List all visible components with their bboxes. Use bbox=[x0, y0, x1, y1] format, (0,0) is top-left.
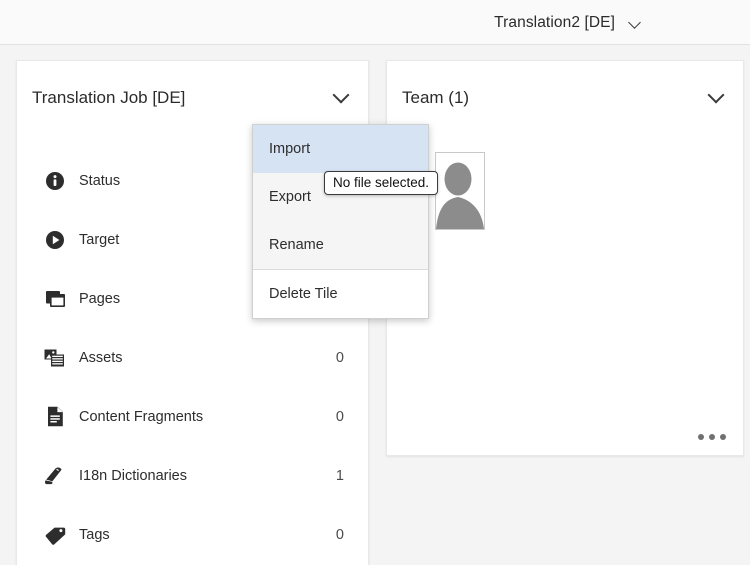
translation-job-title: Translation Job [DE] bbox=[32, 88, 333, 108]
project-selector[interactable]: Translation2 [DE] bbox=[494, 0, 642, 45]
stat-label: Content Fragments bbox=[79, 409, 332, 425]
translation-job-collapse-button[interactable] bbox=[333, 87, 350, 109]
more-dots-icon[interactable] bbox=[698, 434, 726, 440]
stat-label: Tags bbox=[79, 527, 332, 543]
team-card: Team (1) bbox=[386, 60, 744, 456]
tile-context-menu: Import Export Rename Delete Tile bbox=[252, 124, 429, 319]
play-circle-icon bbox=[44, 229, 66, 251]
chevron-down-icon bbox=[708, 87, 725, 104]
content-fragment-icon bbox=[44, 406, 66, 428]
no-file-selected-tooltip: No file selected. bbox=[324, 171, 438, 195]
team-collapse-button[interactable] bbox=[708, 87, 725, 109]
stat-row-i18n-dictionaries[interactable]: I18n Dictionaries 1 bbox=[17, 446, 368, 505]
stat-value: 0 bbox=[332, 409, 344, 425]
tag-icon bbox=[44, 524, 66, 546]
book-icon bbox=[44, 465, 66, 487]
stat-row-content-fragments[interactable]: Content Fragments 0 bbox=[17, 387, 368, 446]
menu-item-import[interactable]: Import bbox=[253, 125, 428, 173]
stat-label: I18n Dictionaries bbox=[79, 468, 332, 484]
top-bar: Translation2 [DE] bbox=[0, 0, 750, 45]
team-title: Team (1) bbox=[402, 88, 708, 108]
stat-value: 1 bbox=[332, 468, 344, 484]
pages-icon bbox=[44, 288, 66, 310]
team-card-body bbox=[387, 135, 743, 457]
chevron-down-icon[interactable] bbox=[629, 16, 642, 29]
stat-value: 0 bbox=[332, 350, 344, 366]
app-root: Translation2 [DE] Translation Job [DE] bbox=[0, 0, 750, 565]
stat-label: Assets bbox=[79, 350, 332, 366]
project-title: Translation2 [DE] bbox=[494, 14, 615, 32]
chevron-down-icon bbox=[333, 87, 350, 104]
avatar[interactable] bbox=[435, 152, 485, 230]
info-circle-icon bbox=[44, 170, 66, 192]
stat-row-tags[interactable]: Tags 0 bbox=[17, 505, 368, 564]
menu-item-delete-tile[interactable]: Delete Tile bbox=[253, 269, 428, 318]
assets-icon bbox=[44, 347, 66, 369]
stat-row-assets[interactable]: Assets 0 bbox=[17, 328, 368, 387]
menu-item-rename[interactable]: Rename bbox=[253, 221, 428, 269]
team-card-header: Team (1) bbox=[387, 61, 743, 135]
stat-value: 0 bbox=[332, 527, 344, 543]
